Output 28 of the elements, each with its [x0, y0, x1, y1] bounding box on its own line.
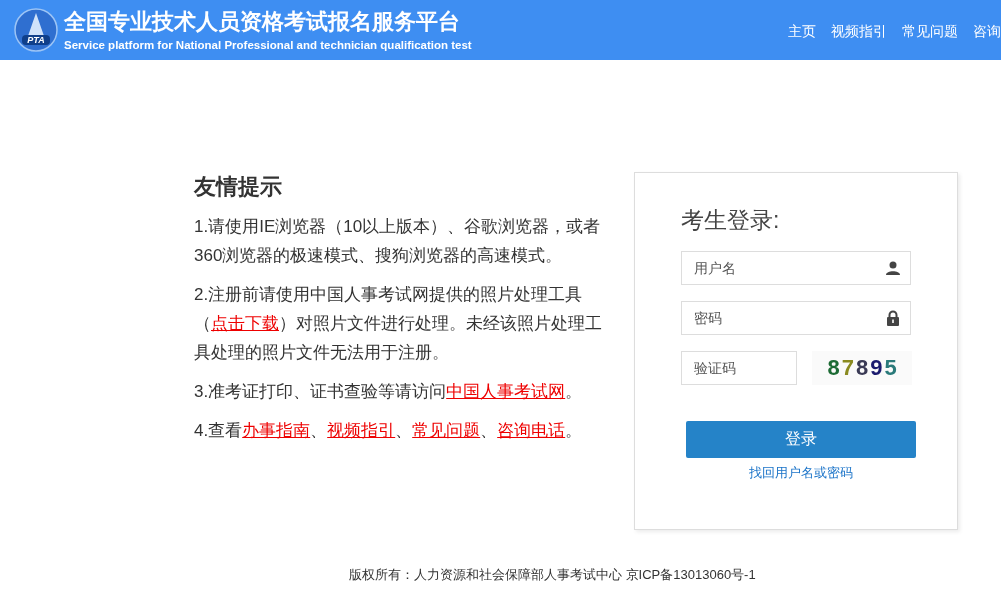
username-field[interactable]: 用户名 [681, 251, 911, 285]
tip-paragraph: 1.请使用IE浏览器（10以上版本）、谷歌浏览器，或者360浏览器的极速模式、搜狗浏览器的高速模式。 [194, 216, 602, 267]
site-subtitle: Service platform for National Professional and technician qualification test [64, 39, 472, 51]
tip-paragraph: 2.注册前请使用中国人事考试网提供的照片处理工具（点击下载）对照片文件进行处理。未经该照片处理工具处理的照片文件无法用于注册。 [194, 284, 603, 364]
tip-link[interactable]: 点击下载 [211, 314, 279, 333]
lock-icon [885, 310, 901, 326]
tip-link[interactable]: 办事指南 [242, 421, 311, 440]
tip-link[interactable]: 咨询电话 [497, 421, 566, 440]
logo-icon: PTA [14, 8, 58, 52]
password-field[interactable]: 密码 [681, 301, 911, 335]
nav-link[interactable]: 常见问题 [902, 23, 958, 41]
site-title: 全国专业技术人员资格考试报名服务平台 [64, 9, 461, 35]
login-title: 考生登录: [681, 206, 781, 235]
captcha-field[interactable]: 验证码 [681, 351, 797, 385]
tip-link[interactable]: 视频指引 [327, 421, 396, 440]
nav-link[interactable]: 咨询 [973, 23, 1001, 41]
captcha-image[interactable]: 87895 [812, 351, 912, 385]
tip-link[interactable]: 中国人事考试网 [446, 382, 566, 401]
nav-link[interactable]: 主页 [788, 23, 816, 41]
tip-link[interactable]: 常见问题 [412, 421, 481, 440]
tip-paragraph: 3.准考证打印、证书查验等请访问中国人事考试网。 [194, 381, 584, 403]
recover-link[interactable]: 找回用户名或密码 [686, 464, 916, 482]
user-icon [885, 260, 901, 276]
tip-paragraph: 4.查看办事指南、视频指引、常见问题、咨询电话。 [194, 420, 584, 442]
nav-link[interactable]: 视频指引 [831, 23, 887, 41]
copyright-text: 版权所有：人力资源和社会保障部人事考试中心 京ICP备13013060号-1 [349, 566, 757, 584]
tips-heading: 友情提示 [194, 173, 283, 201]
login-button[interactable]: 登录 [686, 421, 916, 458]
